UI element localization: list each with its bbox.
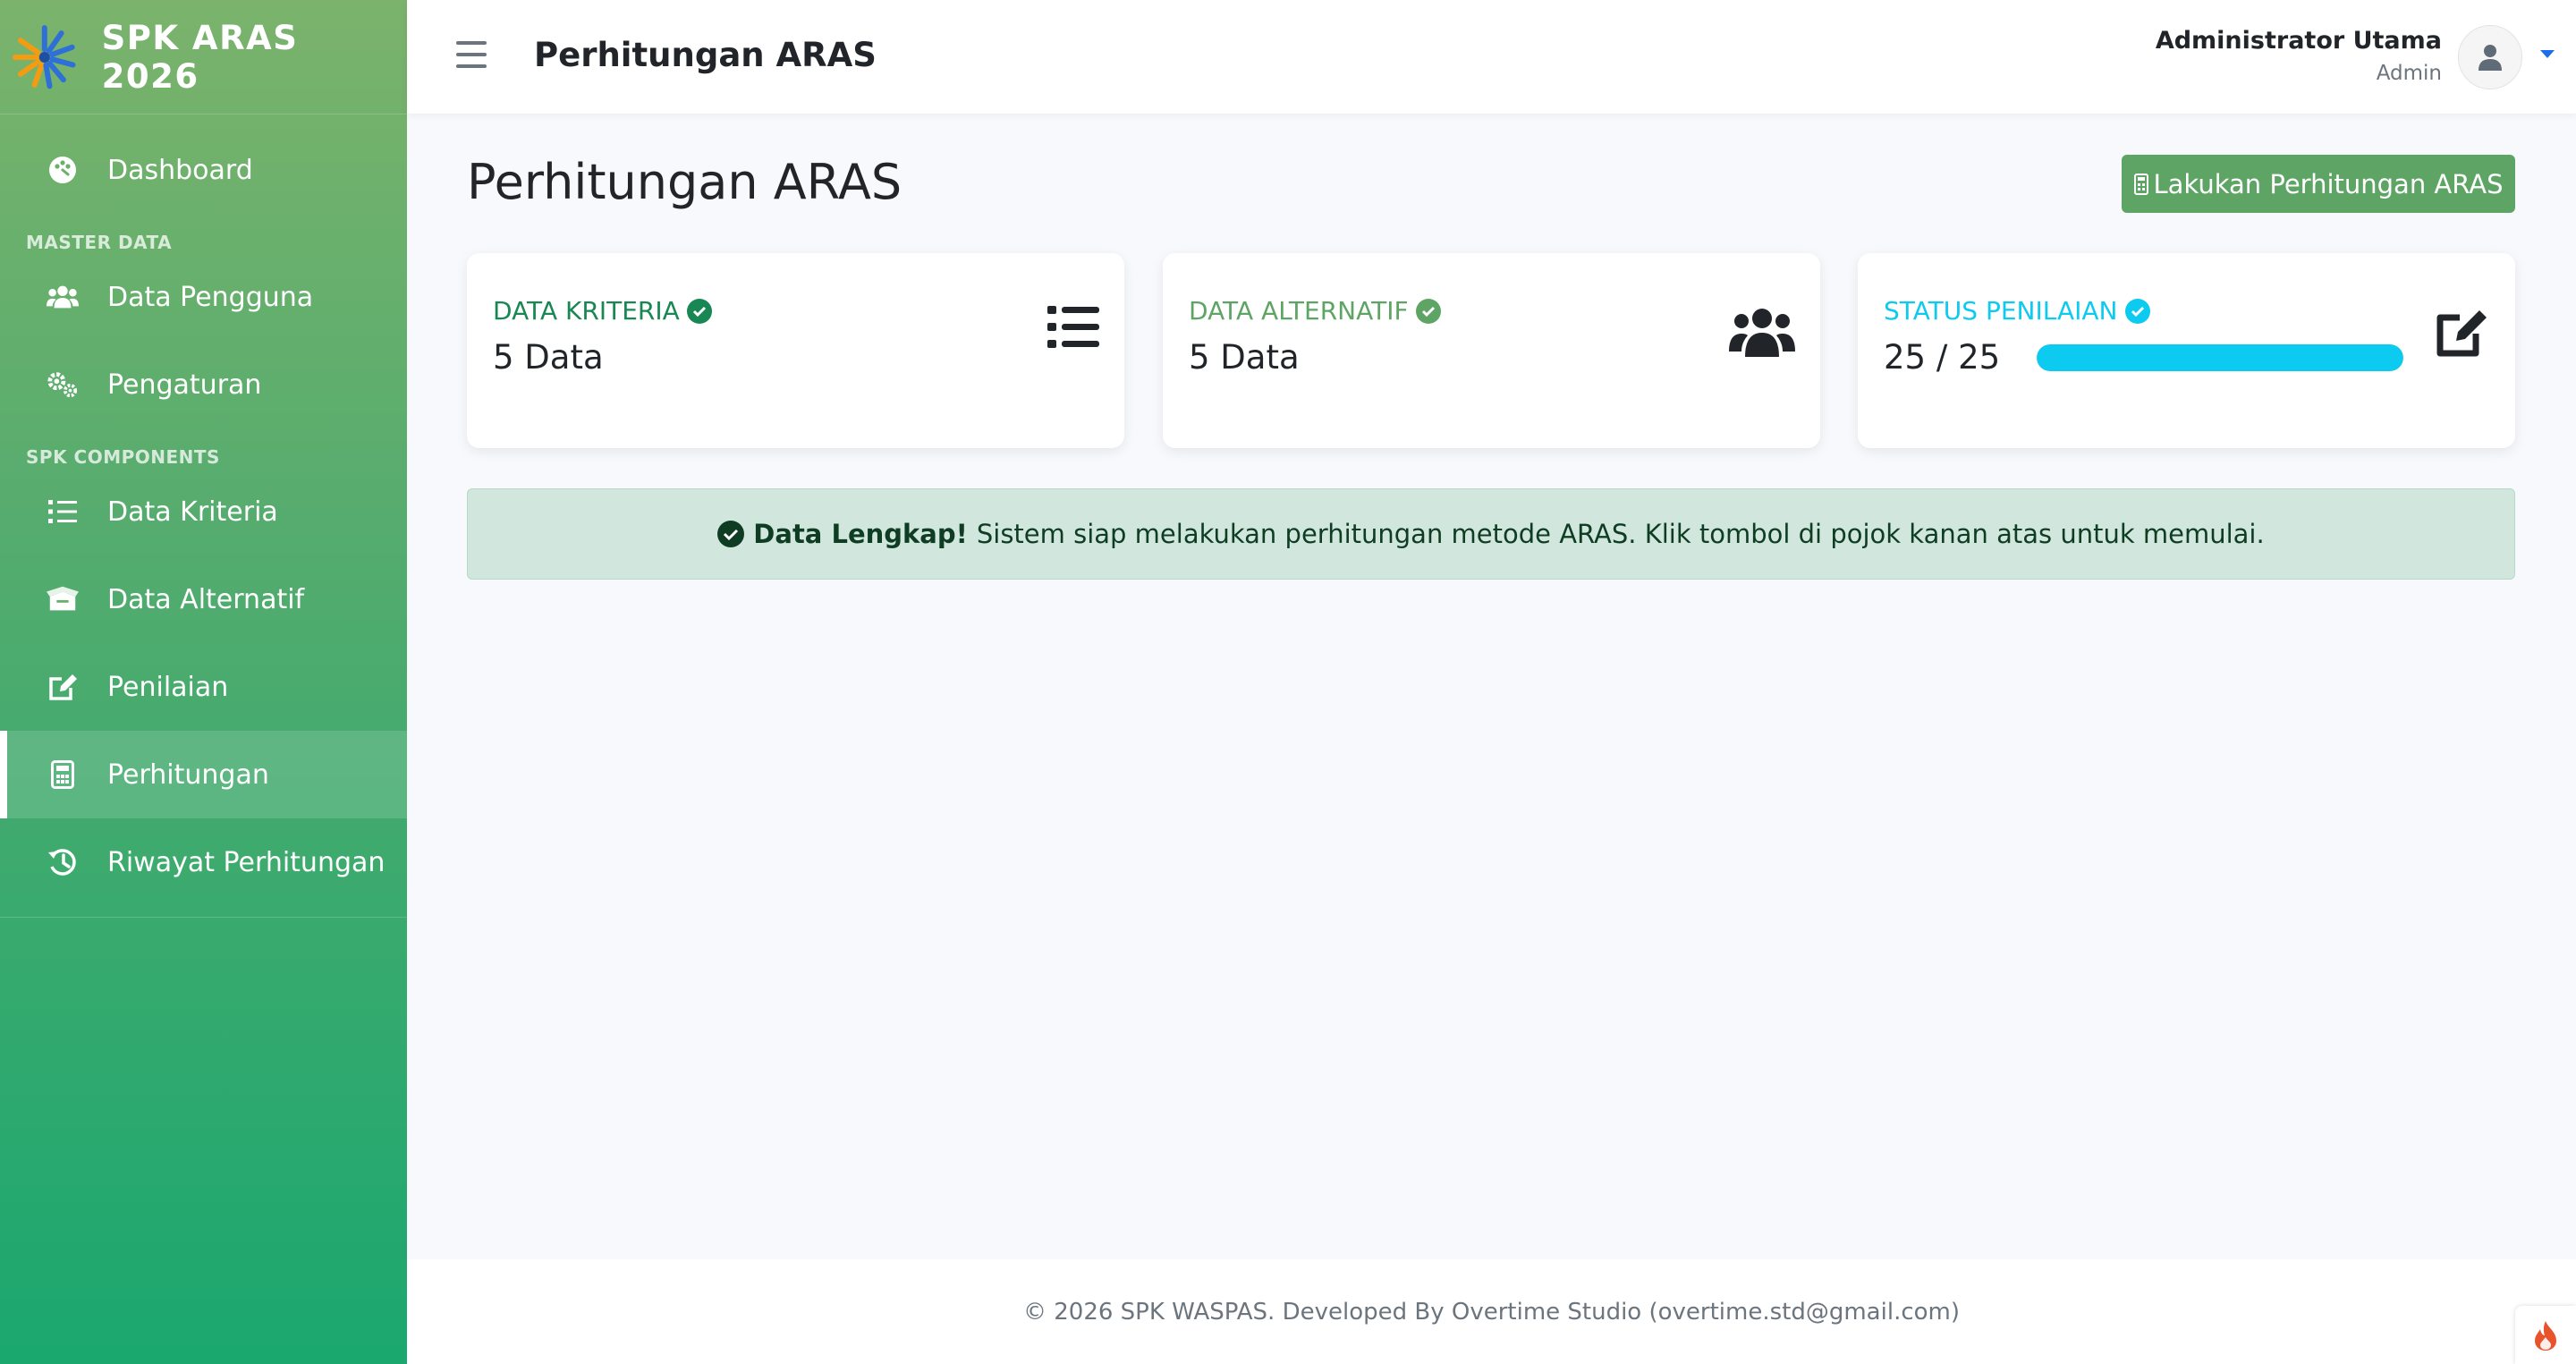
- user-info[interactable]: Administrator Utama Admin: [2156, 27, 2442, 85]
- user-icon: [2479, 45, 2502, 71]
- fire-icon: [2535, 1320, 2556, 1351]
- card-status-penilaian: STATUS PENILAIAN 25 / 25: [1858, 253, 2515, 448]
- calculator-icon: [2133, 173, 2148, 195]
- lakukan-perhitungan-button[interactable]: Lakukan Perhitungan ARAS: [2122, 155, 2515, 213]
- avatar[interactable]: [2458, 25, 2522, 89]
- progress-fill: [2037, 344, 2403, 371]
- users-icon: [47, 281, 79, 313]
- list-icon: [47, 496, 79, 528]
- brand-title: SPK ARAS 2026: [101, 18, 299, 96]
- topbar-title: Perhitungan ARAS: [534, 36, 877, 74]
- card-label-row: STATUS PENILAIAN: [1884, 296, 2488, 326]
- topbar: Perhitungan ARAS Administrator Utama Adm…: [407, 0, 2576, 114]
- card-value: 5 Data: [493, 338, 604, 377]
- brand[interactable]: SPK ARAS 2026: [0, 0, 407, 114]
- sidebar-divider: [0, 917, 407, 918]
- users-icon: [1729, 309, 1795, 357]
- sidebar-item-label: Dashboard: [107, 154, 253, 186]
- button-label: Lakukan Perhitungan ARAS: [2153, 168, 2504, 199]
- chevron-down-icon[interactable]: [2540, 50, 2555, 58]
- sidebar-item-data-alternatif[interactable]: Data Alternatif: [0, 555, 407, 643]
- card-data-alternatif: DATA ALTERNATIF 5 Data: [1163, 253, 1820, 448]
- palette-icon: [47, 154, 79, 186]
- spark-logo-icon: [12, 24, 76, 89]
- nav-heading-master-data: MASTER DATA: [26, 232, 173, 253]
- sidebar-item-data-kriteria[interactable]: Data Kriteria: [0, 468, 407, 555]
- check-circle-icon: [2124, 298, 2150, 324]
- footer-text: © 2026 SPK WASPAS. Developed By Overtime…: [1022, 1298, 1961, 1326]
- card-label: DATA ALTERNATIF: [1189, 296, 1409, 326]
- card-value: 5 Data: [1189, 338, 1300, 377]
- nav-heading-spk-components: SPK COMPONENTS: [26, 446, 220, 468]
- card-label-row: DATA KRITERIA: [493, 296, 1097, 326]
- sidebar-item-data-pengguna[interactable]: Data Pengguna: [0, 253, 407, 341]
- user-name: Administrator Utama: [2155, 27, 2442, 55]
- sidebar-item-label: Data Alternatif: [107, 583, 305, 615]
- card-label-row: DATA ALTERNATIF: [1189, 296, 1793, 326]
- sidebar-item-label: Data Kriteria: [107, 496, 278, 528]
- card-data-kriteria: DATA KRITERIA 5 Data: [467, 253, 1124, 448]
- sidebar-item-label: Penilaian: [107, 671, 229, 703]
- calculator-icon: [47, 758, 79, 791]
- hamburger-menu-icon[interactable]: [456, 41, 487, 68]
- sidebar-item-riwayat-perhitungan[interactable]: Riwayat Perhitungan: [0, 818, 407, 906]
- alert-data-lengkap: Data Lengkap! Sistem siap melakukan perh…: [467, 488, 2515, 580]
- card-label: DATA KRITERIA: [493, 296, 680, 326]
- sidebar-item-label: Data Pengguna: [107, 281, 314, 313]
- user-role: Admin: [2376, 62, 2442, 85]
- history-icon: [47, 846, 79, 878]
- corner-floating-button[interactable]: [2515, 1306, 2576, 1364]
- list-icon: [1047, 306, 1099, 348]
- sidebar: SPK ARAS 2026 Dashboard MASTER DATA Data…: [0, 0, 407, 1364]
- card-label: STATUS PENILAIAN: [1884, 296, 2118, 326]
- box-open-icon: [47, 583, 79, 615]
- alert-text: Sistem siap melakukan perhitungan metode…: [976, 519, 2265, 549]
- sidebar-item-pengaturan[interactable]: Pengaturan: [0, 341, 407, 428]
- check-circle-icon: [686, 298, 712, 324]
- alert-strong: Data Lengkap!: [753, 519, 968, 549]
- sidebar-item-dashboard[interactable]: Dashboard: [0, 126, 407, 214]
- sidebar-item-perhitungan[interactable]: Perhitungan: [0, 731, 407, 818]
- sidebar-item-label: Perhitungan: [107, 758, 269, 791]
- check-circle-icon: [717, 521, 745, 547]
- sidebar-item-label: Riwayat Perhitungan: [107, 846, 386, 878]
- edit-icon: [2436, 310, 2487, 357]
- sidebar-item-label: Pengaturan: [107, 369, 262, 401]
- check-circle-icon: [1415, 298, 1441, 324]
- page-title: Perhitungan ARAS: [467, 154, 902, 210]
- edit-icon: [47, 671, 79, 703]
- footer: © 2026 SPK WASPAS. Developed By Overtime…: [407, 1259, 2576, 1364]
- sidebar-item-penilaian[interactable]: Penilaian: [0, 643, 407, 731]
- gears-icon: [47, 369, 79, 401]
- progress-bar: [2037, 344, 2403, 371]
